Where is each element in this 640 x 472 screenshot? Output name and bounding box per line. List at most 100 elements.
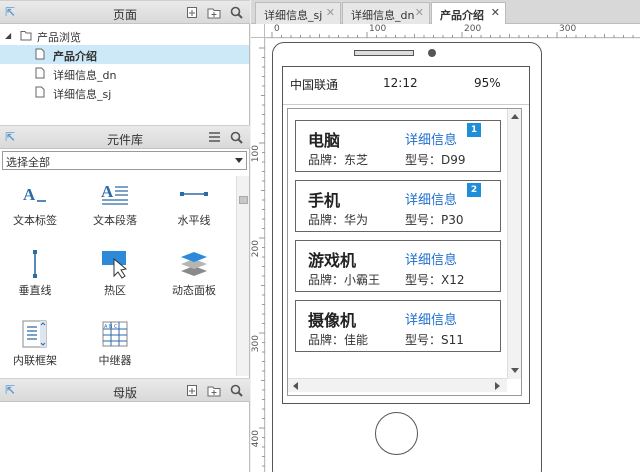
widget-dynamic-panel[interactable]: 动态面板 [159, 248, 229, 298]
phone-camera [428, 49, 436, 57]
product-brand: 品牌：华为 [308, 213, 369, 227]
tree-page-label: 产品介绍 [53, 50, 97, 63]
add-folder-icon[interactable] [206, 4, 222, 20]
product-model: 型号：D99 [405, 153, 466, 167]
badge-number: 2 [467, 183, 481, 197]
ruler-label: 300 [559, 24, 577, 34]
tab-label: 产品介绍 [440, 9, 484, 22]
text-paragraph-icon: A [80, 178, 150, 210]
product-name: 手机 [308, 191, 341, 210]
ruler-ticks [271, 32, 634, 38]
menu-icon[interactable] [206, 129, 222, 145]
ruler-corner [251, 24, 265, 38]
tab-product-intro[interactable]: 产品介绍 ✕ [431, 2, 506, 25]
tab-detail-dn[interactable]: 详细信息_dn ✕ [342, 2, 430, 24]
tree-page-row[interactable]: 详细信息_dn [0, 64, 249, 83]
tree-page-row[interactable]: 详细信息_sj [0, 83, 249, 102]
widget-hotspot[interactable]: 热区 [80, 248, 150, 298]
tree-page-row[interactable]: 产品介绍 [0, 45, 249, 64]
page-icon [35, 86, 45, 101]
widget-inline-frame[interactable]: 内联框架 [0, 318, 70, 368]
close-icon[interactable]: ✕ [326, 6, 335, 19]
widget-label: 内联框架 [13, 354, 57, 367]
add-master-icon[interactable] [184, 382, 200, 398]
status-divider [283, 104, 529, 105]
ruler-label: 300 [251, 335, 261, 353]
product-model: 型号：X12 [405, 273, 465, 287]
scroll-left-icon[interactable] [293, 382, 298, 390]
library-scrollbar[interactable] [236, 176, 249, 376]
search-icon[interactable] [228, 129, 244, 145]
list-vertical-scrollbar[interactable] [507, 109, 521, 379]
widget-text-label[interactable]: A 文本标签 [0, 178, 70, 228]
svg-text:A B C: A B C [104, 324, 118, 330]
product-card[interactable]: 电脑 详细信息 1 品牌：东芝 型号：D99 [295, 120, 501, 172]
phone-home-button[interactable] [375, 412, 418, 455]
masters-panel-header: ⇱ 母版 [0, 378, 250, 402]
widget-horizontal-line[interactable]: 水平线 [159, 178, 229, 228]
text-label-icon: A [0, 178, 70, 210]
chevron-down-icon [235, 158, 243, 163]
phone-speaker [354, 50, 414, 56]
product-card[interactable]: 摄像机 详细信息 品牌：佳能 型号：S11 [295, 300, 501, 352]
badge-number: 1 [467, 123, 481, 137]
close-icon[interactable]: ✕ [415, 6, 424, 19]
search-icon[interactable] [228, 382, 244, 398]
detail-link[interactable]: 详细信息 [405, 309, 457, 328]
ruler-label: 200 [251, 240, 261, 258]
svg-text:A: A [23, 185, 36, 204]
library-select[interactable]: 选择全部 [2, 151, 247, 170]
widget-repeater[interactable]: A B C 中继器 [80, 318, 150, 368]
widget-label: 垂直线 [18, 284, 52, 297]
add-folder-icon[interactable] [206, 382, 222, 398]
close-icon[interactable]: ✕ [491, 6, 500, 19]
widget-text-paragraph[interactable]: A 文本段落 [80, 178, 150, 228]
widget-label: 热区 [104, 284, 126, 297]
status-time: 12:12 [383, 76, 418, 90]
library-panel-header: ⇱ 元件库 [0, 125, 250, 149]
dynamic-panel-icon [159, 248, 229, 280]
repeater-icon: A B C [80, 318, 150, 350]
widget-vertical-line[interactable]: 垂直线 [0, 248, 70, 298]
product-brand: 品牌：佳能 [308, 333, 369, 347]
detail-link[interactable]: 详细信息 [405, 189, 457, 208]
product-brand: 品牌：小霸王 [308, 273, 381, 287]
list-horizontal-scrollbar[interactable] [288, 378, 507, 392]
product-card[interactable]: 游戏机 详细信息 品牌：小霸王 型号：X12 [295, 240, 501, 292]
ruler-label: 100 [251, 145, 261, 163]
inline-frame-icon [0, 318, 70, 350]
product-card[interactable]: 手机 详细信息 2 品牌：华为 型号：P30 [295, 180, 501, 232]
product-name: 游戏机 [308, 251, 357, 270]
hotspot-icon [80, 248, 150, 280]
product-name: 摄像机 [308, 311, 357, 330]
ruler-label: 200 [464, 24, 482, 34]
tree-expand-icon[interactable]: ◢ [5, 31, 11, 40]
add-page-icon[interactable] [184, 4, 200, 20]
scroll-right-icon[interactable] [495, 382, 500, 390]
product-name: 电脑 [308, 131, 341, 150]
ruler-label: 100 [369, 24, 387, 34]
widget-label: 动态面板 [172, 284, 216, 297]
scroll-down-icon[interactable] [511, 368, 519, 373]
ruler-vertical: 100 200 300 400 [251, 38, 265, 472]
tree-root-row[interactable]: ◢ 产品浏览 [0, 26, 249, 45]
ruler-label: 0 [274, 24, 280, 34]
ruler-horizontal: 0 100 200 300 [251, 24, 640, 38]
detail-link[interactable]: 详细信息 [405, 249, 457, 268]
vertical-line-icon [0, 248, 70, 280]
scroll-up-icon[interactable] [511, 114, 519, 119]
tab-detail-sj[interactable]: 详细信息_sj ✕ [255, 2, 341, 24]
page-icon [35, 67, 45, 82]
horizontal-line-icon [159, 178, 229, 210]
tree-page-label: 详细信息_dn [53, 69, 117, 82]
detail-link[interactable]: 详细信息 [405, 129, 457, 148]
pages-panel-header: ⇱ 页面 [0, 0, 250, 24]
product-model: 型号：P30 [405, 213, 464, 227]
tree-root-label: 产品浏览 [37, 31, 81, 44]
tab-bar: 详细信息_sj ✕ 详细信息_dn ✕ 产品介绍 ✕ [251, 0, 640, 25]
scrollbar-thumb[interactable] [239, 196, 248, 204]
library-select-value: 选择全部 [6, 156, 50, 169]
widget-label: 文本标签 [13, 214, 57, 227]
search-icon[interactable] [228, 4, 244, 20]
status-battery: 95% [474, 76, 501, 90]
